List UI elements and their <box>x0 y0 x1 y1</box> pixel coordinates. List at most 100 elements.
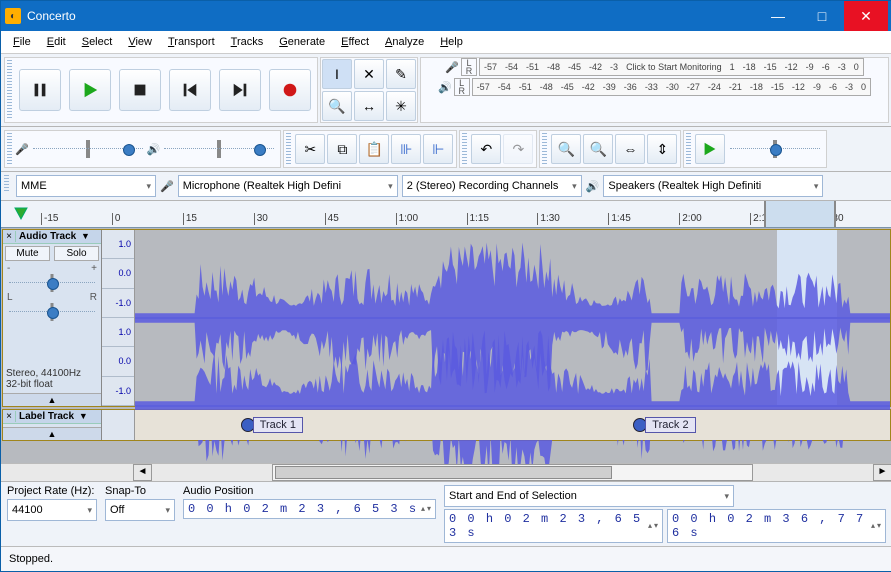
menu-view[interactable]: View <box>120 34 160 50</box>
track-collapse-button[interactable]: ▲ <box>3 393 101 406</box>
device-toolbar: MME▾ 🎤 Microphone (Realtek High Defini▾ … <box>1 172 891 201</box>
menubar: File Edit Select View Transport Tracks G… <box>1 31 891 54</box>
track-name-dropdown[interactable]: Audio Track ▼ <box>16 230 101 243</box>
track-header: × Audio Track ▼ Mute Solo -+ LR Stereo, … <box>3 230 102 406</box>
undo-button[interactable]: ↶ <box>471 134 501 164</box>
menu-effect[interactable]: Effect <box>333 34 377 50</box>
record-button[interactable] <box>269 69 311 111</box>
project-rate-combo[interactable]: 44100▾ <box>7 499 97 521</box>
label-marker[interactable]: Track 2 <box>633 417 695 433</box>
titlebar[interactable]: ◐ Concerto — □ ✕ <box>1 1 891 31</box>
cut-button[interactable]: ✂ <box>295 134 325 164</box>
menu-transport[interactable]: Transport <box>160 34 223 50</box>
mic-icon: 🎤 <box>160 180 174 193</box>
close-button[interactable]: ✕ <box>844 1 888 31</box>
envelope-tool[interactable]: ✕ <box>354 59 384 89</box>
selection-start-field[interactable]: 0 0 h 0 2 m 2 3 , 6 5 3 s▴▾ <box>444 509 663 543</box>
maximize-button[interactable]: □ <box>800 1 844 31</box>
audio-host-combo[interactable]: MME▾ <box>16 175 156 197</box>
meter-lr: LR <box>461 58 477 76</box>
edit-toolbar: ✂ ⧉ 📋 ⊪ ⊩ <box>283 130 457 168</box>
trim-button[interactable]: ⊪ <box>391 134 421 164</box>
mic-icon[interactable]: 🎤 <box>445 61 459 74</box>
label-marker[interactable]: Track 1 <box>241 417 303 433</box>
record-volume-slider[interactable] <box>33 140 143 158</box>
undo-toolbar: ↶ ↷ <box>459 130 537 168</box>
playback-meter[interactable]: -57-54-51-48-45-42-39-36-33-30-27-24-21-… <box>472 78 871 96</box>
menu-select[interactable]: Select <box>74 34 121 50</box>
zoom-toolbar: 🔍 🔍 ⇔ ⇕ <box>539 130 681 168</box>
copy-button[interactable]: ⧉ <box>327 134 357 164</box>
waveform-left[interactable] <box>135 230 890 406</box>
fit-selection-button[interactable]: ⇔ <box>615 134 645 164</box>
snap-to-label: Snap-To <box>105 485 175 497</box>
solo-button[interactable]: Solo <box>54 246 99 261</box>
track-collapse-button[interactable]: ▲ <box>3 427 101 440</box>
track-name-dropdown[interactable]: Label Track ▼ <box>16 410 101 423</box>
pan-slider[interactable] <box>9 303 95 321</box>
gain-slider[interactable] <box>9 274 95 292</box>
track-close-button[interactable]: × <box>3 411 16 422</box>
play-at-speed-button[interactable] <box>695 134 725 164</box>
zoom-in-button[interactable]: 🔍 <box>551 134 581 164</box>
selection-end-field[interactable]: 0 0 h 0 2 m 3 6 , 7 7 6 s▴▾ <box>667 509 886 543</box>
track-close-button[interactable]: × <box>3 231 16 242</box>
silence-button[interactable]: ⊩ <box>423 134 453 164</box>
snap-to-combo[interactable]: Off▾ <box>105 499 175 521</box>
label-track: × Label Track ▼ ▲ Track 1 Track 2 <box>2 409 891 441</box>
speaker-icon: 🔊 <box>147 143 161 156</box>
playback-volume-slider[interactable] <box>164 140 274 158</box>
record-channels-combo[interactable]: 2 (Stereo) Recording Channels▾ <box>402 175 582 197</box>
audio-track: × Audio Track ▼ Mute Solo -+ LR Stereo, … <box>2 229 891 407</box>
stop-button[interactable] <box>119 69 161 111</box>
record-device-combo[interactable]: Microphone (Realtek High Defini▾ <box>178 175 398 197</box>
app-icon: ◐ <box>5 8 21 24</box>
fit-project-button[interactable]: ⇕ <box>647 134 677 164</box>
status-bar: Stopped. <box>1 546 891 571</box>
meters-toolbar: 🎤 LR -57-54-51-48-45-42-3 Click to Start… <box>420 57 889 123</box>
tools-toolbar: I ✕ ✎ 🔍 ↔ ✳ <box>320 57 418 123</box>
skip-start-button[interactable] <box>169 69 211 111</box>
transport-toolbar <box>4 57 318 123</box>
menu-generate[interactable]: Generate <box>271 34 333 50</box>
menu-help[interactable]: Help <box>432 34 471 50</box>
menu-file[interactable]: File <box>5 34 39 50</box>
mixer-toolbar: 🎤 🔊 <box>4 130 281 168</box>
speaker-icon: 🔊 <box>586 180 600 193</box>
playback-speed-slider[interactable] <box>730 140 820 158</box>
speaker-icon[interactable]: 🔊 <box>438 81 452 94</box>
playatspeed-toolbar <box>683 130 827 168</box>
redo-button[interactable]: ↷ <box>503 134 533 164</box>
selection-toolbar: Project Rate (Hz): 44100▾ Snap-To Off▾ A… <box>1 481 891 546</box>
menu-tracks[interactable]: Tracks <box>223 34 272 50</box>
mute-button[interactable]: Mute <box>5 246 50 261</box>
playback-device-combo[interactable]: Speakers (Realtek High Definiti▾ <box>603 175 823 197</box>
zoom-tool[interactable]: 🔍 <box>322 91 352 121</box>
pause-button[interactable] <box>19 69 61 111</box>
track-info: Stereo, 44100Hz32-bit float <box>3 365 101 393</box>
menu-edit[interactable]: Edit <box>39 34 74 50</box>
timeshift-tool[interactable]: ↔ <box>354 91 384 121</box>
selection-tool[interactable]: I <box>322 59 352 89</box>
zoom-out-button[interactable]: 🔍 <box>583 134 613 164</box>
play-button[interactable] <box>69 69 111 111</box>
timeline-ruler[interactable]: -1501530451:001:151:301:452:002:152:302:… <box>1 201 891 228</box>
record-meter[interactable]: -57-54-51-48-45-42-3 Click to Start Moni… <box>479 58 864 76</box>
audio-position-label: Audio Position <box>183 485 436 497</box>
monitor-hint[interactable]: Click to Start Monitoring <box>626 62 722 72</box>
skip-end-button[interactable] <box>219 69 261 111</box>
paste-button[interactable]: 📋 <box>359 134 389 164</box>
selection-type-combo[interactable]: Start and End of Selection▾ <box>444 485 734 507</box>
playhead-icon <box>14 207 28 221</box>
mic-icon: 🎤 <box>15 143 29 156</box>
audio-position-field[interactable]: 0 0 h 0 2 m 2 3 , 6 5 3 s▴▾ <box>183 499 436 519</box>
track-area: × Audio Track ▼ Mute Solo -+ LR Stereo, … <box>1 228 891 481</box>
label-area[interactable]: Track 1 Track 2 <box>135 410 890 440</box>
minimize-button[interactable]: — <box>756 1 800 31</box>
menu-analyze[interactable]: Analyze <box>377 34 432 50</box>
multi-tool[interactable]: ✳ <box>386 91 416 121</box>
vertical-scale[interactable]: 1.00.0-1.0 1.00.0-1.0 <box>102 230 135 406</box>
window-title: Concerto <box>27 9 756 23</box>
draw-tool[interactable]: ✎ <box>386 59 416 89</box>
project-rate-label: Project Rate (Hz): <box>7 485 97 497</box>
